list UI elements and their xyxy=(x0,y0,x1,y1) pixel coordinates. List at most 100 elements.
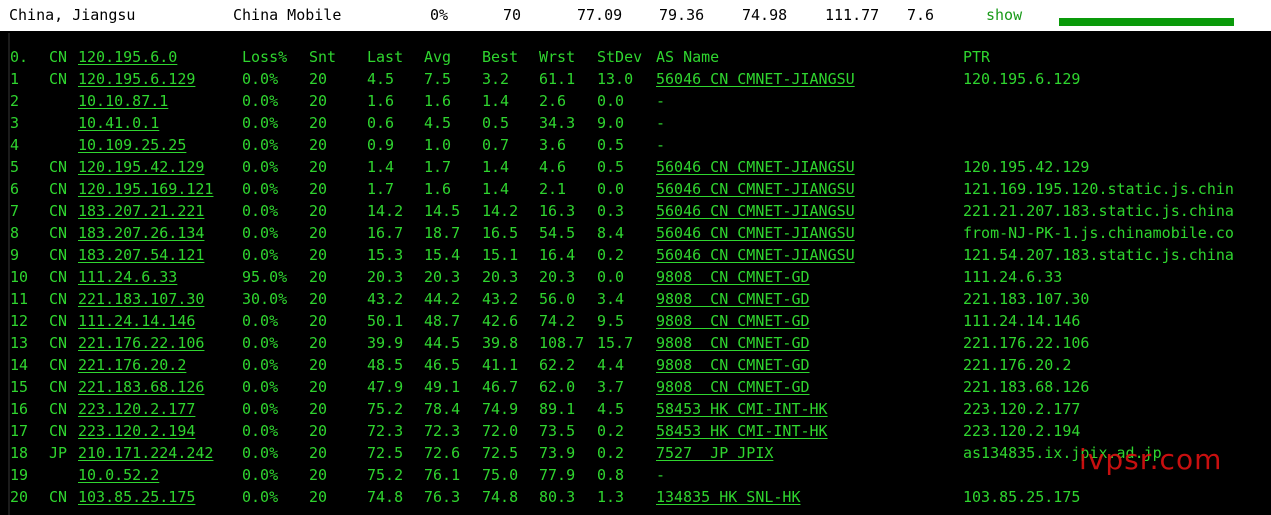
sent-value: 20 xyxy=(309,400,328,418)
hop-number: 20 xyxy=(10,488,29,506)
summary-bar: China, Jiangsu China Mobile 0% 70 77.09 … xyxy=(0,0,1271,31)
worst-value: 16.3 xyxy=(539,202,576,220)
host-address[interactable]: 223.120.2.177 xyxy=(78,400,195,418)
country-code: CN xyxy=(49,400,68,418)
as-name[interactable]: 9808 CN CMNET-GD xyxy=(656,312,810,330)
avg-value: 4.5 xyxy=(424,114,452,132)
location-label: China, Jiangsu xyxy=(9,6,136,24)
host-address[interactable]: 10.41.0.1 xyxy=(78,114,159,132)
table-row: 13 CN 221.176.22.106 0.0% 20 39.9 44.5 39.8 108.… xyxy=(10,332,1271,354)
best-value: 16.5 xyxy=(482,224,519,242)
host-address[interactable]: 103.85.25.175 xyxy=(78,488,195,506)
sent-value: 20 xyxy=(309,422,328,440)
as-name[interactable]: 9808 CN CMNET-GD xyxy=(656,378,810,396)
as-name[interactable]: 9808 CN CMNET-GD xyxy=(656,334,810,352)
country-code: CN xyxy=(49,158,68,176)
table-row: 4 10.109.25.25 0.0% 20 0.9 1.0 0.7 3.6 0.5 - xyxy=(10,134,1271,156)
as-name[interactable]: 9808 CN CMNET-GD xyxy=(656,268,810,286)
as-name[interactable]: 56046 CN CMNET-JIANGSU xyxy=(656,246,855,264)
hop-number: 13 xyxy=(10,334,29,352)
header-loss: Loss% xyxy=(242,48,288,66)
hop-number: 7 xyxy=(10,202,20,220)
ptr-record: 221.21.207.183.static.js.china xyxy=(963,202,1234,220)
country-code: CN xyxy=(49,290,68,308)
host-address[interactable]: 221.183.107.30 xyxy=(78,290,204,308)
worst-value: 73.5 xyxy=(539,422,576,440)
isp-label: China Mobile xyxy=(233,6,342,24)
sent-value: 20 xyxy=(309,356,328,374)
host-address[interactable]: 210.171.224.242 xyxy=(78,444,213,462)
ptr-record: 121.169.195.120.static.js.chin xyxy=(963,180,1234,198)
sent-value: 20 xyxy=(309,70,328,88)
host-address[interactable]: 183.207.54.121 xyxy=(78,246,204,264)
worst-value: 2.6 xyxy=(539,92,567,110)
host-address[interactable]: 120.195.42.129 xyxy=(78,158,204,176)
avg-value: 78.4 xyxy=(424,400,461,418)
worst-value: 108.7 xyxy=(539,334,585,352)
last-value: 16.7 xyxy=(367,224,404,242)
sent-value: 20 xyxy=(309,312,328,330)
hop-number: 16 xyxy=(10,400,29,418)
as-name[interactable]: 56046 CN CMNET-JIANGSU xyxy=(656,158,855,176)
as-name[interactable]: 58453 HK CMI-INT-HK xyxy=(656,422,828,440)
as-name[interactable]: 56046 CN CMNET-JIANGSU xyxy=(656,202,855,220)
as-name[interactable]: 9808 CN CMNET-GD xyxy=(656,290,810,308)
host-address[interactable]: 111.24.14.146 xyxy=(78,312,195,330)
table-row: 14 CN 221.176.20.2 0.0% 20 48.5 46.5 41.1 62.2 4.… xyxy=(10,354,1271,376)
as-name[interactable]: 56046 CN CMNET-JIANGSU xyxy=(656,224,855,242)
sent-value: 20 xyxy=(309,268,328,286)
country-code: CN xyxy=(49,356,68,374)
as-name[interactable]: 9808 CN CMNET-GD xyxy=(656,356,810,374)
best-value: 41.1 xyxy=(482,356,519,374)
as-name[interactable]: 56046 CN CMNET-JIANGSU xyxy=(656,180,855,198)
loss-value: 0.0% xyxy=(242,180,279,198)
header-host[interactable]: 120.195.6.0 xyxy=(78,48,177,66)
best-value: 1.4 xyxy=(482,180,510,198)
host-address[interactable]: 183.207.26.134 xyxy=(78,224,204,242)
summary-best: 74.98 xyxy=(742,6,788,24)
host-address[interactable]: 221.176.20.2 xyxy=(78,356,186,374)
best-value: 74.9 xyxy=(482,400,519,418)
host-address[interactable]: 111.24.6.33 xyxy=(78,268,177,286)
ptr-record: 221.176.22.106 xyxy=(963,334,1090,352)
header-wrst: Wrst xyxy=(539,48,576,66)
hop-number: 17 xyxy=(10,422,29,440)
last-value: 43.2 xyxy=(367,290,404,308)
best-value: 75.0 xyxy=(482,466,519,484)
stdev-value: 0.0 xyxy=(597,180,625,198)
worst-value: 2.1 xyxy=(539,180,567,198)
as-name: - xyxy=(656,136,666,154)
host-address[interactable]: 10.10.87.1 xyxy=(78,92,168,110)
worst-value: 62.0 xyxy=(539,378,576,396)
show-link[interactable]: show xyxy=(986,6,1022,24)
host-address[interactable]: 10.109.25.25 xyxy=(78,136,186,154)
loss-value: 0.0% xyxy=(242,356,279,374)
host-address[interactable]: 10.0.52.2 xyxy=(78,466,159,484)
host-address[interactable]: 183.207.21.221 xyxy=(78,202,204,220)
table-row: 10 CN 111.24.6.33 95.0% 20 20.3 20.3 20.3 20.3 0.… xyxy=(10,266,1271,288)
country-code: CN xyxy=(49,334,68,352)
last-value: 20.3 xyxy=(367,268,404,286)
stdev-value: 4.4 xyxy=(597,356,625,374)
stdev-value: 9.5 xyxy=(597,312,625,330)
host-address[interactable]: 221.176.22.106 xyxy=(78,334,204,352)
stdev-value: 0.0 xyxy=(597,92,625,110)
avg-value: 7.5 xyxy=(424,70,452,88)
as-name[interactable]: 58453 HK CMI-INT-HK xyxy=(656,400,828,418)
as-name[interactable]: 56046 CN CMNET-JIANGSU xyxy=(656,70,855,88)
last-value: 72.5 xyxy=(367,444,404,462)
host-address[interactable]: 120.195.6.129 xyxy=(78,70,195,88)
host-address[interactable]: 120.195.169.121 xyxy=(78,180,213,198)
last-value: 4.5 xyxy=(367,70,395,88)
hop-number: 18 xyxy=(10,444,29,462)
last-value: 50.1 xyxy=(367,312,404,330)
host-address[interactable]: 221.183.68.126 xyxy=(78,378,204,396)
ptr-record: 120.195.42.129 xyxy=(963,158,1090,176)
stdev-value: 0.2 xyxy=(597,422,625,440)
host-address[interactable]: 223.120.2.194 xyxy=(78,422,195,440)
as-name: - xyxy=(656,114,666,132)
as-name[interactable]: 7527 JP JPIX xyxy=(656,444,773,462)
table-row: 15 CN 221.183.68.126 0.0% 20 47.9 49.1 46.7 62.0… xyxy=(10,376,1271,398)
as-name[interactable]: 134835 HK SNL-HK xyxy=(656,488,801,506)
ptr-record: 103.85.25.175 xyxy=(963,488,1081,506)
